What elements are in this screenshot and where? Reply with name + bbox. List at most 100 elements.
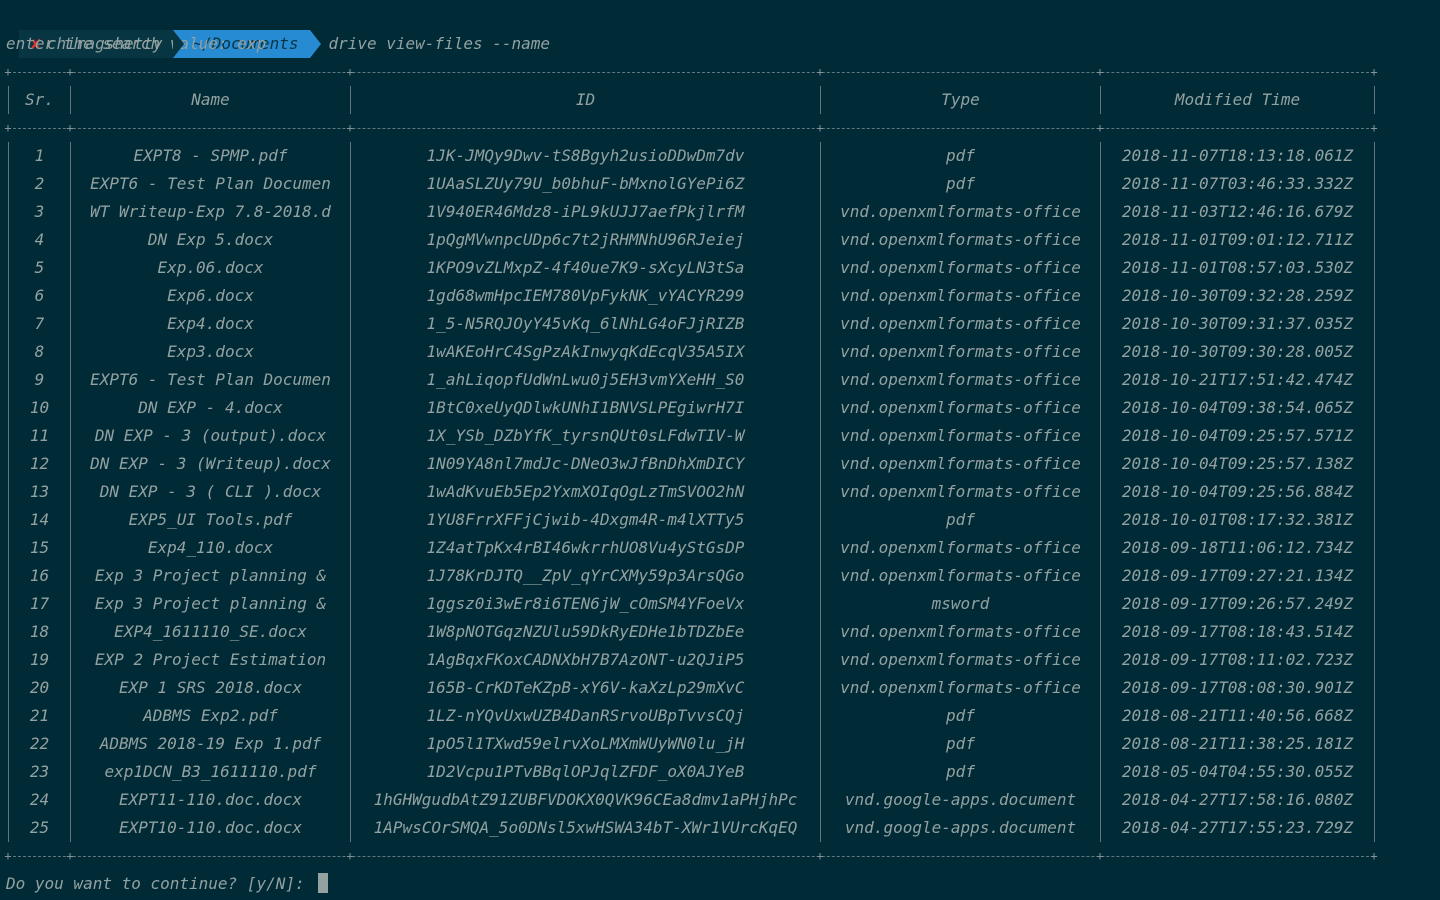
cell-name: Exp4_110.docx bbox=[70, 534, 351, 562]
cell-modified-time: 2018-10-30T09:32:28.259Z bbox=[1100, 282, 1375, 310]
table-row: 22 ADBMS 2018-19 Exp 1.pdf 1pO5l1TXwd59elr… bbox=[8, 730, 1375, 758]
table-row: 14 EXP5_UI Tools.pdf 1YU8FrrXFFjCjwib-4Dxg… bbox=[8, 506, 1375, 534]
cell-id: 1_5-N5RQJOyY45vKq_6lNhLG4oFJjRIZB bbox=[350, 310, 821, 338]
table-row: 24 EXPT11-110.doc.docx 1hGHWgudbAtZ91ZUBFV… bbox=[8, 786, 1375, 814]
cell-sr: 19 bbox=[8, 646, 71, 674]
cell-name: EXP4_1611110_SE.docx bbox=[70, 618, 351, 646]
cell-id: 1YU8FrrXFFjCjwib-4Dxgm4R-m4lXTTy5 bbox=[350, 506, 821, 534]
cell-type: vnd.openxmlformats-office bbox=[820, 310, 1101, 338]
cell-name: EXP 2 Project Estimation bbox=[70, 646, 351, 674]
cell-name: EXPT6 - Test Plan Documen bbox=[70, 366, 351, 394]
search-prompt: enter the search value: exp bbox=[6, 34, 267, 53]
cell-id: 1J78KrDJTQ__ZpV_qYrCXMy59p3ArsQGo bbox=[350, 562, 821, 590]
table-row: 18 EXP4_1611110_SE.docx 1W8pNOTGqzNZUlu59D… bbox=[8, 618, 1375, 646]
cell-id: 1KPO9vZLMxpZ-4f40ue7K9-sXcyLN3tSa bbox=[350, 254, 821, 282]
table-row: 11 DN EXP - 3 (output).docx 1X_YSb_DZbYfK_… bbox=[8, 422, 1375, 450]
cell-type: vnd.google-apps.document bbox=[820, 814, 1101, 842]
table-row: 2 EXPT6 - Test Plan Documen 1UAaSLZUy79U_b… bbox=[8, 170, 1375, 198]
cell-sr: 24 bbox=[8, 786, 71, 814]
cell-modified-time: 2018-09-17T08:08:30.901Z bbox=[1100, 674, 1375, 702]
cell-sr: 5 bbox=[8, 254, 71, 282]
cell-id: 1pQgMVwnpcUDp6c7t2jRHMNhU96RJeiej bbox=[350, 226, 821, 254]
cell-name: ADBMS Exp2.pdf bbox=[70, 702, 351, 730]
cell-modified-time: 2018-10-04T09:25:56.884Z bbox=[1100, 478, 1375, 506]
cell-name: EXPT10-110.doc.docx bbox=[70, 814, 351, 842]
cell-modified-time: 2018-11-03T12:46:16.679Z bbox=[1100, 198, 1375, 226]
header-modified-time: Modified Time bbox=[1100, 86, 1375, 114]
cell-modified-time: 2018-04-27T17:55:23.729Z bbox=[1100, 814, 1375, 842]
cell-type: vnd.openxmlformats-office bbox=[820, 394, 1101, 422]
table-header-row: Sr. Name ID Type Modified Time bbox=[8, 86, 1375, 114]
cell-name: DN EXP - 4.docx bbox=[70, 394, 351, 422]
cell-modified-time: 2018-09-18T11:06:12.734Z bbox=[1100, 534, 1375, 562]
cell-id: 1LZ-nYQvUxwUZB4DanRSrvoUBpTvvsCQj bbox=[350, 702, 821, 730]
table-row: 8 Exp3.docx 1wAKEoHrC4SgPzAkInwyqKdEcqV35A… bbox=[8, 338, 1375, 366]
cell-sr: 3 bbox=[8, 198, 71, 226]
cell-type: vnd.openxmlformats-office bbox=[820, 282, 1101, 310]
cell-id: 1D2Vcpu1PTvBBqlOPJqlZFDF_oX0AJYeB bbox=[350, 758, 821, 786]
cell-type: vnd.openxmlformats-office bbox=[820, 534, 1101, 562]
cell-sr: 13 bbox=[8, 478, 71, 506]
cell-type: pdf bbox=[820, 702, 1101, 730]
table-row: 1 EXPT8 - SPMP.pdf 1JK-JMQy9Dwv-tS8Bgyh2us… bbox=[8, 142, 1375, 170]
table-row: 21 ADBMS Exp2.pdf 1LZ-nYQvUxwUZB4DanRSrvoU… bbox=[8, 702, 1375, 730]
cell-type: vnd.openxmlformats-office bbox=[820, 338, 1101, 366]
cell-id: 1X_YSb_DZbYfK_tyrsnQUt0sLFdwTIV-W bbox=[350, 422, 821, 450]
cell-name: Exp 3 Project planning & bbox=[70, 590, 351, 618]
cell-sr: 11 bbox=[8, 422, 71, 450]
shell-prompt: ✘ chiragshetty ~/Documents drive view-files… bbox=[0, 2, 550, 58]
cell-sr: 14 bbox=[8, 506, 71, 534]
cell-id: 1V940ER46Mdz8-iPL9kUJJ7aefPkjlrfM bbox=[350, 198, 821, 226]
cell-type: vnd.openxmlformats-office bbox=[820, 254, 1101, 282]
cell-id: 1BtC0xeUyQDlwkUNhI1BNVSLPEgiwrH7I bbox=[350, 394, 821, 422]
cell-sr: 1 bbox=[8, 142, 71, 170]
table-row: 9 EXPT6 - Test Plan Documen 1_ahLiqopfUdWn… bbox=[8, 366, 1375, 394]
cell-id: 1AgBqxFKoxCADNXbH7B7AzONT-u2QJiP5 bbox=[350, 646, 821, 674]
cell-type: pdf bbox=[820, 142, 1101, 170]
table-row: 19 EXP 2 Project Estimation 1AgBqxFKoxCADN… bbox=[8, 646, 1375, 674]
cell-modified-time: 2018-11-01T08:57:03.530Z bbox=[1100, 254, 1375, 282]
table-row: 16 Exp 3 Project planning & 1J78KrDJTQ__Zp… bbox=[8, 562, 1375, 590]
cell-name: exp1DCN_B3_1611110.pdf bbox=[70, 758, 351, 786]
cell-sr: 9 bbox=[8, 366, 71, 394]
cell-type: vnd.openxmlformats-office bbox=[820, 478, 1101, 506]
prompt-command: drive view-files --name bbox=[328, 34, 551, 53]
cell-modified-time: 2018-11-01T09:01:12.711Z bbox=[1100, 226, 1375, 254]
cell-id: 1W8pNOTGqzNZUlu59DkRyEDHe1bTDZbEe bbox=[350, 618, 821, 646]
cell-type: pdf bbox=[820, 170, 1101, 198]
files-table: Sr. Name ID Type Modified Time 1 EXPT8 - … bbox=[8, 86, 1375, 842]
cell-name: DN EXP - 3 ( CLI ).docx bbox=[70, 478, 351, 506]
cell-name: EXPT11-110.doc.docx bbox=[70, 786, 351, 814]
continue-prompt[interactable]: Do you want to continue? [y/N]: bbox=[6, 870, 329, 898]
table-row: 13 DN EXP - 3 ( CLI ).docx 1wAdKvuEb5Ep2Yx… bbox=[8, 478, 1375, 506]
cell-type: vnd.openxmlformats-office bbox=[820, 646, 1101, 674]
cell-type: msword bbox=[820, 590, 1101, 618]
cell-id: 1gd68wmHpcIEM780VpFykNK_vYACYR299 bbox=[350, 282, 821, 310]
cell-sr: 15 bbox=[8, 534, 71, 562]
header-sr: Sr. bbox=[8, 86, 71, 114]
cell-sr: 25 bbox=[8, 814, 71, 842]
cell-id: 1APwsCOrSMQA_5o0DNsl5xwHSWA34bT-XWr1VUrc… bbox=[350, 814, 821, 842]
terminal-cursor[interactable] bbox=[318, 873, 329, 893]
cell-name: Exp6.docx bbox=[70, 282, 351, 310]
cell-name: Exp.06.docx bbox=[70, 254, 351, 282]
cell-name: EXPT8 - SPMP.pdf bbox=[70, 142, 351, 170]
table-row: 5 Exp.06.docx 1KPO9vZLMxpZ-4f40ue7K9-sXcyL… bbox=[8, 254, 1375, 282]
cell-type: vnd.openxmlformats-office bbox=[820, 198, 1101, 226]
cell-name: Exp3.docx bbox=[70, 338, 351, 366]
cell-type: pdf bbox=[820, 506, 1101, 534]
cell-id: 1N09YA8nl7mdJc-DNeO3wJfBnDhXmDICY bbox=[350, 450, 821, 478]
cell-type: vnd.openxmlformats-office bbox=[820, 562, 1101, 590]
cell-name: EXPT6 - Test Plan Documen bbox=[70, 170, 351, 198]
cell-type: pdf bbox=[820, 730, 1101, 758]
table-row: 12 DN EXP - 3 (Writeup).docx 1N09YA8nl7mdJ… bbox=[8, 450, 1375, 478]
cell-type: vnd.google-apps.document bbox=[820, 786, 1101, 814]
cell-id: 1ggsz0i3wEr8i6TEN6jW_cOmSM4YFoeVx bbox=[350, 590, 821, 618]
header-type: Type bbox=[820, 86, 1101, 114]
cell-modified-time: 2018-09-17T08:11:02.723Z bbox=[1100, 646, 1375, 674]
cell-id: 1UAaSLZUy79U_b0bhuF-bMxnolGYePi6Z bbox=[350, 170, 821, 198]
table-row: 7 Exp4.docx 1_5-N5RQJOyY45vKq_6lNhLG4oFJjR… bbox=[8, 310, 1375, 338]
cell-modified-time: 2018-11-07T03:46:33.332Z bbox=[1100, 170, 1375, 198]
cell-sr: 10 bbox=[8, 394, 71, 422]
cell-name: DN Exp 5.docx bbox=[70, 226, 351, 254]
